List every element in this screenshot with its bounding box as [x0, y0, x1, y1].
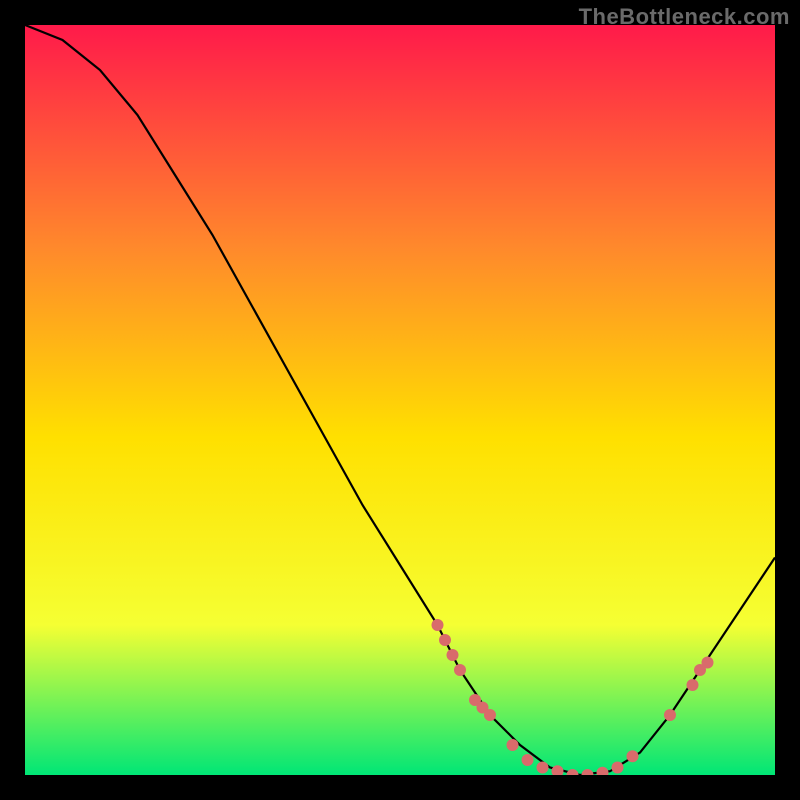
data-marker	[432, 619, 444, 631]
chart-canvas: TheBottleneck.com	[0, 0, 800, 800]
data-marker	[627, 750, 639, 762]
data-marker	[664, 709, 676, 721]
data-marker	[439, 634, 451, 646]
data-marker	[454, 664, 466, 676]
data-marker	[537, 762, 549, 774]
data-marker	[687, 679, 699, 691]
data-marker	[507, 739, 519, 751]
plot-area	[25, 25, 775, 775]
data-marker	[702, 657, 714, 669]
chart-svg	[25, 25, 775, 775]
watermark-text: TheBottleneck.com	[579, 4, 790, 30]
gradient-background	[25, 25, 775, 775]
data-marker	[484, 709, 496, 721]
data-marker	[522, 754, 534, 766]
data-marker	[612, 762, 624, 774]
data-marker	[447, 649, 459, 661]
